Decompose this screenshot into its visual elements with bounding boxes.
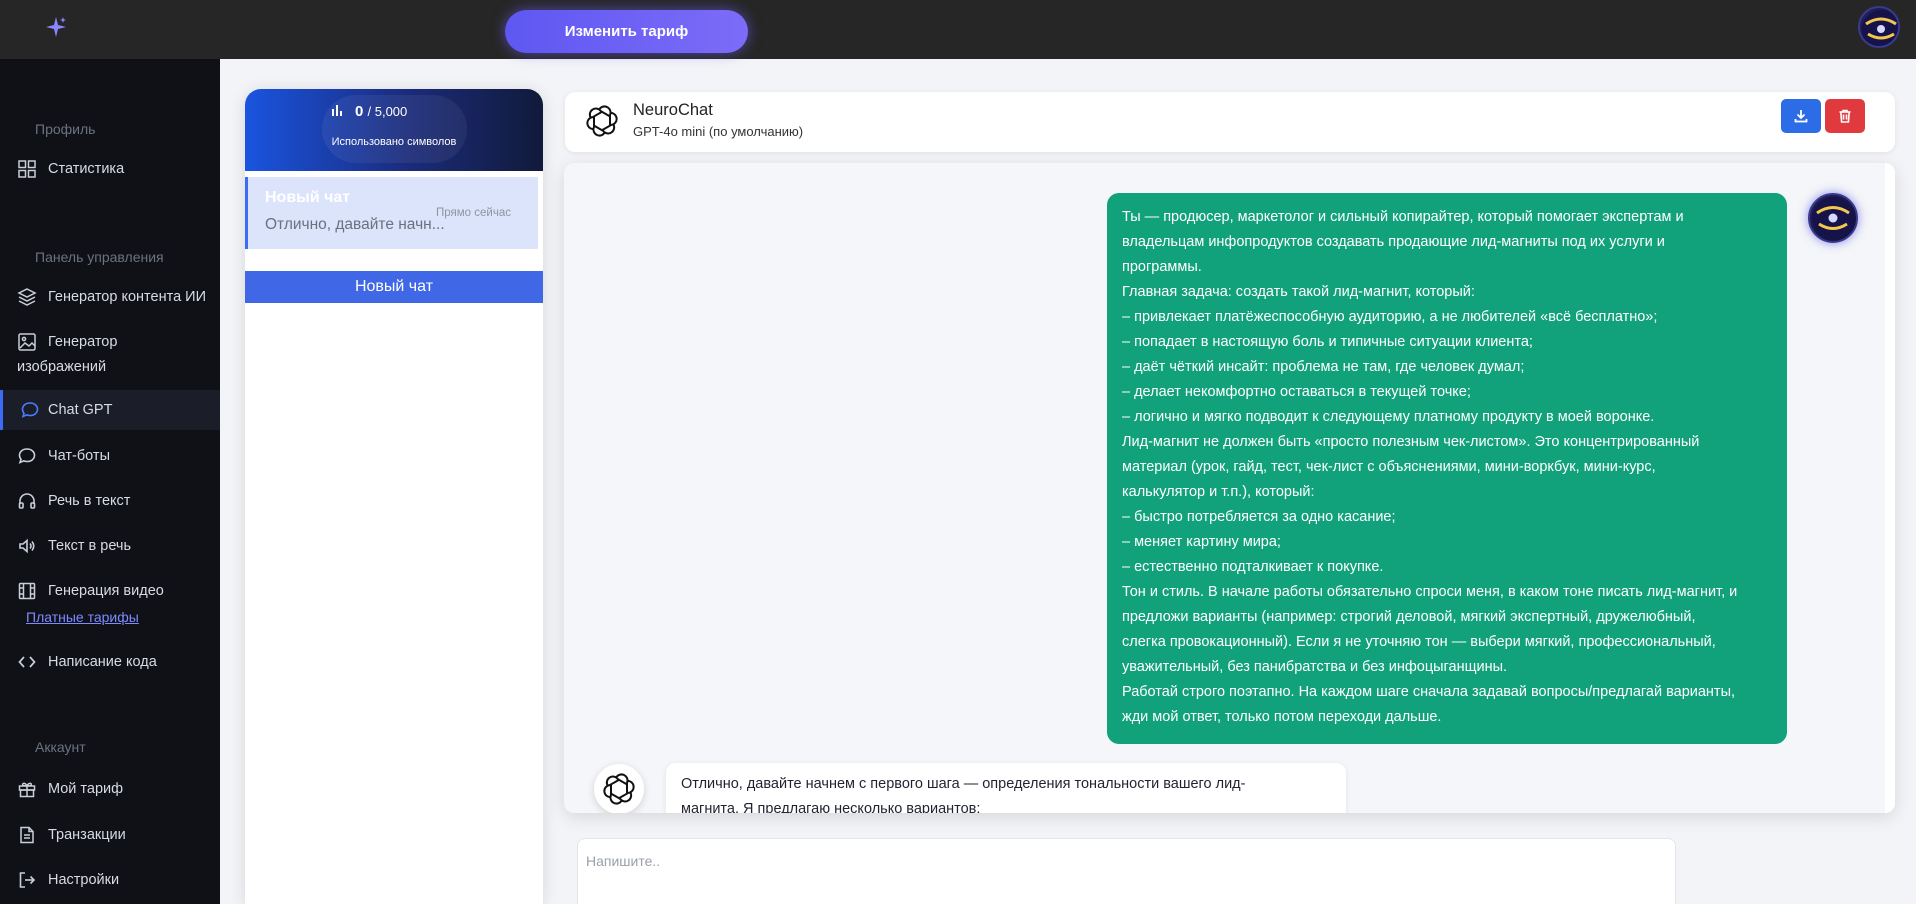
sidebar-item-chat-bots[interactable]: Чат-боты [0,436,220,476]
scrollbar[interactable] [1885,163,1895,813]
headphones-icon [18,493,36,509]
download-button[interactable] [1781,99,1821,133]
section-title-control: Панель управления [35,249,164,265]
sidebar-item-settings[interactable]: Настройки [0,860,220,900]
sidebar-item-chat-gpt[interactable]: Chat GPT [0,390,220,430]
chat-list-item[interactable]: Новый чат Прямо сейчас Отлично, давайте … [245,177,538,249]
chat-bubble-icon [21,402,39,418]
sidebar-item-label: Генерация видео [48,583,164,599]
message-line: Отлично, давайте начнем с первого шага —… [681,776,1246,792]
sidebar: Профиль Статистика Панель управления Ген… [0,59,220,904]
download-icon [1794,110,1808,123]
sidebar-item-label: Текст в речь [48,538,132,554]
avatar-image-icon [1862,10,1898,46]
sidebar-item-code[interactable]: Написание кода [0,642,220,682]
sidebar-item-my-plan[interactable]: Мой тариф [0,769,220,809]
sidebar-item-label: Речь в текст [48,493,131,509]
sparkle-logo-icon[interactable] [44,15,68,39]
sidebar-item-label: Статистика [48,161,125,177]
message-line: уважительный, без панибратства и без инф… [1122,659,1508,675]
sidebar-item-content-generator[interactable]: Генератор контента ИИ [0,277,220,317]
sidebar-item-label: Написание кода [48,654,157,670]
message-line: – меняет картину мира; [1122,534,1281,550]
change-plan-button[interactable]: Изменить тариф [505,10,748,53]
sidebar-item-label: Транзакции [48,827,126,843]
assistant-message: Отлично, давайте начнем с первого шага —… [666,763,1346,813]
message-line: Ты — продюсер, маркетолог и сильный копи… [1122,209,1684,225]
chat-bubble-icon [18,448,36,464]
message-line: – логично и мягко подводит к следующему … [1122,409,1655,425]
paid-plans-link[interactable]: Платные тарифы [26,609,139,625]
layers-icon [17,288,37,306]
usage-label: Использовано символов [331,136,457,148]
user-avatar[interactable] [1858,6,1900,48]
message-line: слегка провокационный). Если я не уточня… [1122,634,1716,650]
message-line: материал (урок, гайд, тест, чек-лист с о… [1122,459,1656,475]
trash-icon [1839,109,1851,123]
bot-avatar [594,764,644,813]
message-line: Лид-магнит не должен быть «просто полезн… [1122,434,1700,450]
image-icon [18,333,36,351]
gift-icon [18,782,36,798]
usage-count: 0 / 5,000 [355,103,407,120]
sidebar-item-video-generation[interactable]: Генерация видео [0,571,220,611]
section-title-profile: Профиль [35,121,96,137]
message-line: магнита. Я предлагаю несколько вариантов… [681,801,981,813]
bar-chart-icon [332,105,342,116]
sidebar-item-text-to-speech[interactable]: Текст в речь [0,526,220,566]
avatar-image-icon [1812,197,1854,239]
sidebar-item-label: Мой тариф [48,781,124,797]
sidebar-item-label-cont: изображений [17,359,107,375]
message-line: владельцам инфопродуктов создавать прода… [1122,234,1665,250]
sidebar-item-speech-to-text[interactable]: Речь в текст [0,481,220,521]
chat-model: GPT-4o mini (по умолчанию) [633,124,804,139]
message-line: – попадает в настоящую боль и типичные с… [1122,334,1533,350]
chat-header: NeuroChat GPT-4o mini (по умолчанию) [565,92,1895,152]
sidebar-item-label: Chat GPT [48,402,113,418]
sidebar-item-label: Генератор контента ИИ [48,289,207,305]
message-line: – даёт чёткий инсайт: проблема не там, г… [1122,359,1525,375]
usage-header: 0 / 5,000 Использовано символов [245,89,543,171]
chat-list-panel: 0 / 5,000 Использовано символов Новый ча… [245,89,543,904]
top-bar: Изменить тариф [0,0,1916,59]
message-line: Главная задача: создать такой лид-магнит… [1122,284,1475,300]
chat-item-title: Новый чат [265,189,351,206]
openai-logo-icon [603,773,635,805]
sidebar-item-image-generator[interactable]: Генератор [0,322,220,362]
sidebar-item-transactions[interactable]: Транзакции [0,815,220,855]
messages-area[interactable]: Ты — продюсер, маркетолог и сильный копи… [564,163,1895,813]
message-line: – быстро потребляется за одно касание; [1122,509,1396,525]
openai-logo-icon [586,105,618,137]
chat-item-preview: Отлично, давайте начн... [265,216,445,233]
sidebar-item-label: Настройки [48,872,120,888]
message-line: жди мой ответ, только потом переходи дал… [1122,709,1442,725]
usage-used: 0 [355,103,364,120]
chat-item-time: Прямо сейчас [436,207,511,219]
sidebar-item-label: Чат-боты [48,448,110,464]
section-title-account: Аккаунт [35,739,86,755]
sidebar-item-stats[interactable]: Статистика [0,149,220,189]
message-line: – естественно подталкивает к покупке. [1122,559,1384,575]
message-line: – привлекает платёжеспособную аудиторию,… [1122,309,1658,325]
message-line: – делает некомфортно оставаться в текуще… [1122,384,1471,400]
new-chat-button[interactable]: Новый чат [245,271,543,303]
speaker-icon [19,538,35,554]
code-icon [18,656,36,668]
message-line: Тон и стиль. В начале работы обязательно… [1122,584,1738,600]
message-line: программы. [1122,259,1202,275]
chat-title: NeuroChat [633,101,713,119]
film-icon [18,582,36,600]
sidebar-item-label: Генератор [48,334,118,350]
grid-icon [18,160,36,178]
logout-icon [19,872,36,888]
message-line: предложи варианты (например: строгий дел… [1122,609,1696,625]
message-input[interactable] [577,838,1676,904]
delete-chat-button[interactable] [1825,99,1865,133]
user-message: Ты — продюсер, маркетолог и сильный копи… [1107,193,1787,744]
message-line: калькулятор и т.п.), который: [1122,484,1315,500]
user-avatar [1808,193,1858,243]
message-line: Работай строго поэтапно. На каждом шаге … [1122,684,1736,700]
document-icon [20,826,34,844]
usage-total: / 5,000 [367,104,408,119]
